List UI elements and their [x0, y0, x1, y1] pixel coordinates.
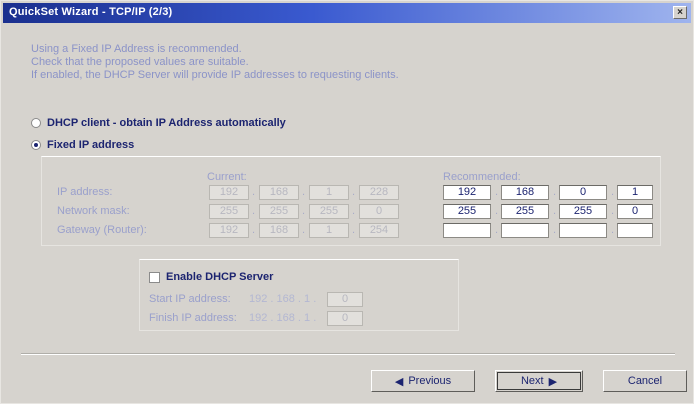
current-mask-octet-1: 255	[209, 204, 249, 219]
fixed-ip-label: Fixed IP address	[47, 139, 135, 151]
fixed-ip-radio[interactable]	[31, 140, 41, 150]
window-title: QuickSet Wizard - TCP/IP (2/3)	[9, 6, 173, 18]
next-arrow-icon: ▶	[548, 375, 558, 388]
cancel-button[interactable]: Cancel	[603, 370, 687, 392]
gateway-label: Gateway (Router):	[57, 224, 147, 236]
recommended-ip-octet-3[interactable]: 0	[559, 185, 607, 200]
current-gateway-octet-3: 1	[309, 223, 349, 238]
info-line: Using a Fixed IP Address is recommended.	[31, 43, 242, 55]
current-gateway-octet-2: 168	[259, 223, 299, 238]
info-line: Check that the proposed values are suita…	[31, 56, 249, 68]
previous-arrow-icon: ◀	[394, 375, 404, 388]
dhcp-client-label: DHCP client - obtain IP Address automati…	[47, 117, 286, 129]
recommended-mask-octet-1[interactable]: 255	[443, 204, 491, 219]
current-mask-octet-2: 255	[259, 204, 299, 219]
finish-ip-last-octet: 0	[327, 311, 363, 326]
cancel-button-label: Cancel	[627, 375, 663, 387]
current-ip-octet-3: 1	[309, 185, 349, 200]
next-button[interactable]: Next ▶	[495, 370, 583, 392]
close-button[interactable]: ×	[673, 6, 687, 19]
current-mask-octet-3: 255	[309, 204, 349, 219]
recommended-gateway-octet-2[interactable]	[501, 223, 549, 238]
dhcp-client-radio[interactable]	[31, 118, 41, 128]
close-icon: ×	[677, 7, 683, 18]
enable-dhcp-server-option[interactable]: Enable DHCP Server	[149, 271, 273, 283]
recommended-mask-octet-2[interactable]: 255	[501, 204, 549, 219]
recommended-gateway-octet-1[interactable]	[443, 223, 491, 238]
current-gateway-octet-1: 192	[209, 223, 249, 238]
current-ip-octet-2: 168	[259, 185, 299, 200]
recommended-gateway-octet-4[interactable]	[617, 223, 653, 238]
finish-ip-label: Finish IP address:	[149, 312, 237, 324]
enable-dhcp-server-checkbox[interactable]	[149, 271, 160, 283]
current-ip-octet-4: 228	[359, 185, 399, 200]
current-gateway-octet-4: 254	[359, 223, 399, 238]
wizard-window: QuickSet Wizard - TCP/IP (2/3) × Using a…	[0, 0, 694, 404]
recommended-header: Recommended:	[443, 171, 521, 183]
recommended-gateway-octet-3[interactable]	[559, 223, 607, 238]
start-ip-prefix: 192 . 168 . 1 .	[249, 293, 317, 305]
current-mask-octet-4: 0	[359, 204, 399, 219]
title-bar[interactable]: QuickSet Wizard - TCP/IP (2/3) ×	[3, 3, 691, 23]
ip-address-label: IP address:	[57, 186, 113, 198]
current-header: Current:	[207, 171, 247, 183]
info-line: If enabled, the DHCP Server will provide…	[31, 69, 399, 81]
recommended-mask-octet-4[interactable]: 0	[617, 204, 653, 219]
current-ip-octet-1: 192	[209, 185, 249, 200]
enable-dhcp-server-label: Enable DHCP Server	[166, 271, 274, 283]
info-text: Using a Fixed IP Address is recommended.…	[31, 43, 399, 82]
start-ip-label: Start IP address:	[149, 293, 231, 305]
recommended-ip-octet-1[interactable]: 192	[443, 185, 491, 200]
network-mask-label: Network mask:	[57, 205, 130, 217]
next-button-label: Next	[520, 375, 544, 387]
recommended-ip-octet-2[interactable]: 168	[501, 185, 549, 200]
previous-button-label: Previous	[408, 375, 452, 387]
dhcp-client-option[interactable]: DHCP client - obtain IP Address automati…	[31, 117, 286, 129]
button-separator	[21, 353, 675, 355]
previous-button[interactable]: ◀ Previous	[371, 370, 475, 392]
fixed-ip-option[interactable]: Fixed IP address	[31, 139, 134, 151]
recommended-mask-octet-3[interactable]: 255	[559, 204, 607, 219]
start-ip-last-octet: 0	[327, 292, 363, 307]
finish-ip-prefix: 192 . 168 . 1 .	[249, 312, 317, 324]
recommended-ip-octet-4[interactable]: 1	[617, 185, 653, 200]
